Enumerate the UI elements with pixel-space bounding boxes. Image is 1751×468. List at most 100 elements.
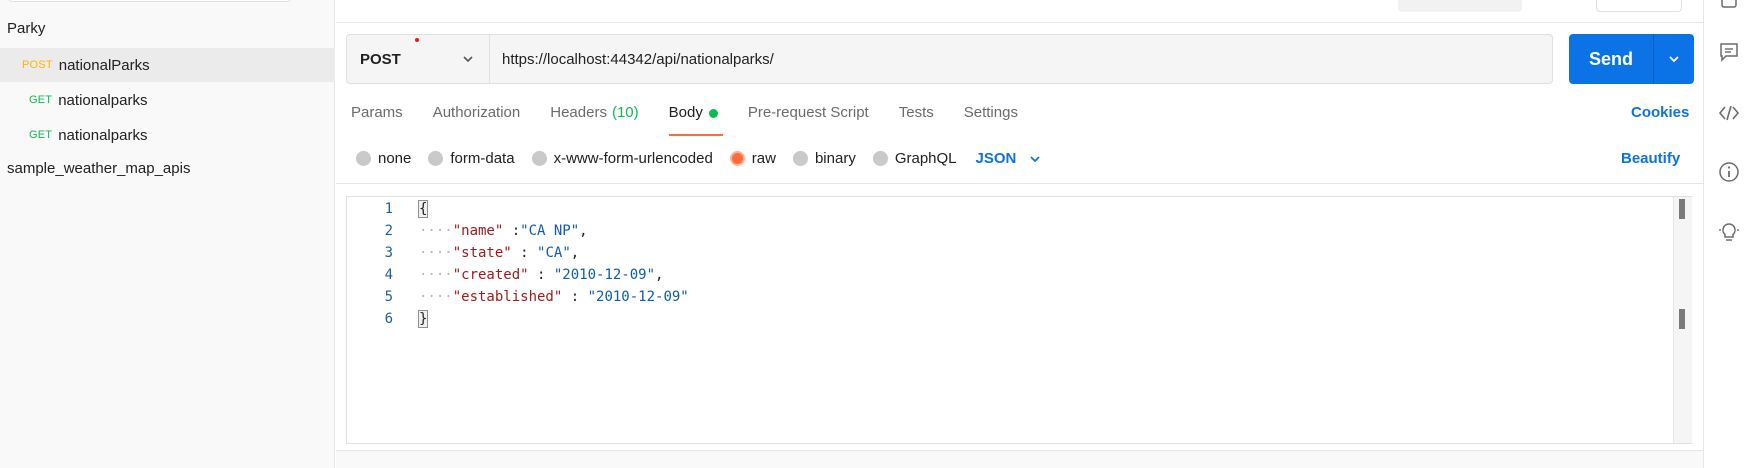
- code-brace: }: [417, 310, 429, 328]
- toolbar-button[interactable]: [1398, 0, 1522, 12]
- code-text: ····"created" : "2010-12-09",: [419, 267, 664, 283]
- request-method-badge: GET: [29, 129, 53, 141]
- sidebar-search-input[interactable]: [8, 0, 291, 2]
- sidebar-request-item[interactable]: GET nationalparks: [0, 83, 335, 117]
- line-number: 6: [384, 311, 393, 327]
- sidebar-request-item[interactable]: POST nationalParks: [0, 48, 335, 82]
- radio-raw[interactable]: raw: [729, 150, 776, 167]
- tab-tests[interactable]: Tests: [899, 104, 934, 134]
- code-line: 4 ····"created" : "2010-12-09",: [347, 264, 664, 286]
- toolbar-button[interactable]: [1596, 0, 1682, 12]
- chevron-down-icon: [463, 56, 473, 63]
- radio-label: none: [378, 150, 412, 167]
- json-key: "created": [452, 267, 529, 283]
- code-icon[interactable]: [1718, 102, 1740, 124]
- tab-settings[interactable]: Settings: [964, 104, 1018, 134]
- send-button[interactable]: Send: [1569, 34, 1653, 84]
- radio-form-data[interactable]: form-data: [428, 150, 515, 167]
- collection-name[interactable]: sample_weather_map_apis: [7, 160, 190, 177]
- chevron-down-icon: [1030, 155, 1041, 162]
- tab-headers[interactable]: Headers (10): [550, 104, 638, 134]
- radio-label: GraphQL: [894, 150, 957, 167]
- url-bar: POST https://localhost:44342/api/nationa…: [346, 34, 1553, 84]
- tab-pre-request-script[interactable]: Pre-request Script: [748, 104, 869, 134]
- line-number: 3: [384, 245, 393, 261]
- json-separator: :: [562, 289, 588, 305]
- radio-circle-selected: [729, 151, 745, 166]
- collection-name[interactable]: Parky: [7, 20, 45, 37]
- top-toolbar: [336, 0, 1703, 23]
- sidebar-request-item[interactable]: GET nationalparks: [0, 118, 335, 152]
- request-name: nationalparks: [58, 126, 148, 144]
- editor-scrollbar[interactable]: [1673, 197, 1692, 443]
- divider: [336, 183, 1703, 184]
- code-text: ····"name" :"CA NP",: [419, 223, 588, 239]
- request-name: nationalparks: [58, 91, 148, 109]
- comment-icon[interactable]: [1718, 41, 1740, 63]
- tab-authorization[interactable]: Authorization: [433, 104, 521, 134]
- response-pane: [336, 450, 1703, 468]
- code-editor[interactable]: 1 { 2 ····"name" :"CA NP", 3 ····"state"…: [346, 196, 1692, 444]
- code-text: ····"established" : "2010-12-09": [419, 289, 689, 305]
- request-name: nationalParks: [58, 56, 150, 74]
- radio-label: form-data: [450, 150, 515, 167]
- sidebar: Parky POST nationalParks GET nationalpar…: [0, 0, 335, 468]
- request-method-badge: POST: [22, 59, 53, 71]
- body-indicator-dot: [708, 109, 718, 118]
- request-tabs: Params Authorization Headers (10) Body Pr…: [351, 104, 1048, 136]
- language-select[interactable]: JSON: [976, 150, 1043, 167]
- json-separator: :: [528, 267, 554, 283]
- json-separator: :: [503, 223, 521, 239]
- code-text: }: [417, 310, 429, 328]
- radio-circle: [356, 151, 371, 166]
- tab-label: Settings: [963, 104, 1018, 121]
- tab-label: Params: [351, 104, 403, 121]
- line-number: 2: [384, 223, 393, 239]
- request-editor: POST https://localhost:44342/api/nationa…: [336, 0, 1703, 468]
- cookies-link[interactable]: Cookies: [1631, 104, 1689, 121]
- radio-label: raw: [751, 150, 776, 167]
- chevron-down-icon: [1669, 56, 1679, 63]
- send-button-group: Send: [1569, 34, 1694, 84]
- code-text: ····"state" : "CA",: [419, 245, 580, 261]
- radio-circle: [428, 151, 444, 166]
- body-mode-options: none form-data x-www-form-urlencoded raw…: [356, 150, 1042, 167]
- headers-count: (10): [611, 104, 639, 121]
- radio-x-www-form-urlencoded[interactable]: x-www-form-urlencoded: [531, 150, 713, 167]
- beautify-button[interactable]: Beautify: [1621, 150, 1680, 167]
- line-number: 4: [384, 267, 393, 283]
- json-key: "established": [452, 289, 563, 305]
- json-value: "CA": [537, 245, 571, 261]
- code-line: 1 {: [347, 198, 429, 220]
- radio-binary[interactable]: binary: [792, 150, 856, 167]
- radio-label: x-www-form-urlencoded: [553, 150, 713, 167]
- json-value: "2010-12-09": [553, 267, 656, 283]
- lightbulb-icon[interactable]: [1718, 221, 1740, 243]
- tab-label: Body: [668, 104, 703, 121]
- radio-none[interactable]: none: [356, 150, 411, 167]
- line-number: 5: [384, 289, 393, 305]
- tab-body[interactable]: Body: [668, 104, 724, 136]
- radio-circle: [792, 151, 808, 166]
- radio-circle: [872, 151, 888, 166]
- json-tail: ,: [570, 245, 580, 261]
- scroll-marker: [1679, 199, 1685, 219]
- line-number: 1: [384, 201, 393, 217]
- send-options-button[interactable]: [1654, 34, 1694, 84]
- unsaved-dot-icon: [415, 38, 419, 42]
- tab-params[interactable]: Params: [351, 104, 403, 134]
- document-icon[interactable]: [1718, 0, 1740, 16]
- url-input[interactable]: https://localhost:44342/api/nationalpark…: [490, 34, 1553, 84]
- json-value: "2010-12-09": [587, 289, 689, 305]
- code-brace: {: [417, 200, 429, 218]
- method-select[interactable]: POST: [346, 34, 490, 84]
- json-tail: ,: [579, 223, 588, 239]
- radio-graphql[interactable]: GraphQL: [872, 150, 957, 167]
- language-value: JSON: [975, 150, 1017, 167]
- tab-label: Pre-request Script: [747, 104, 869, 121]
- json-separator: :: [511, 245, 538, 261]
- info-icon[interactable]: [1718, 161, 1740, 183]
- radio-circle: [531, 151, 547, 166]
- code-line: 5 ····"established" : "2010-12-09": [347, 286, 689, 308]
- code-text: {: [417, 200, 429, 218]
